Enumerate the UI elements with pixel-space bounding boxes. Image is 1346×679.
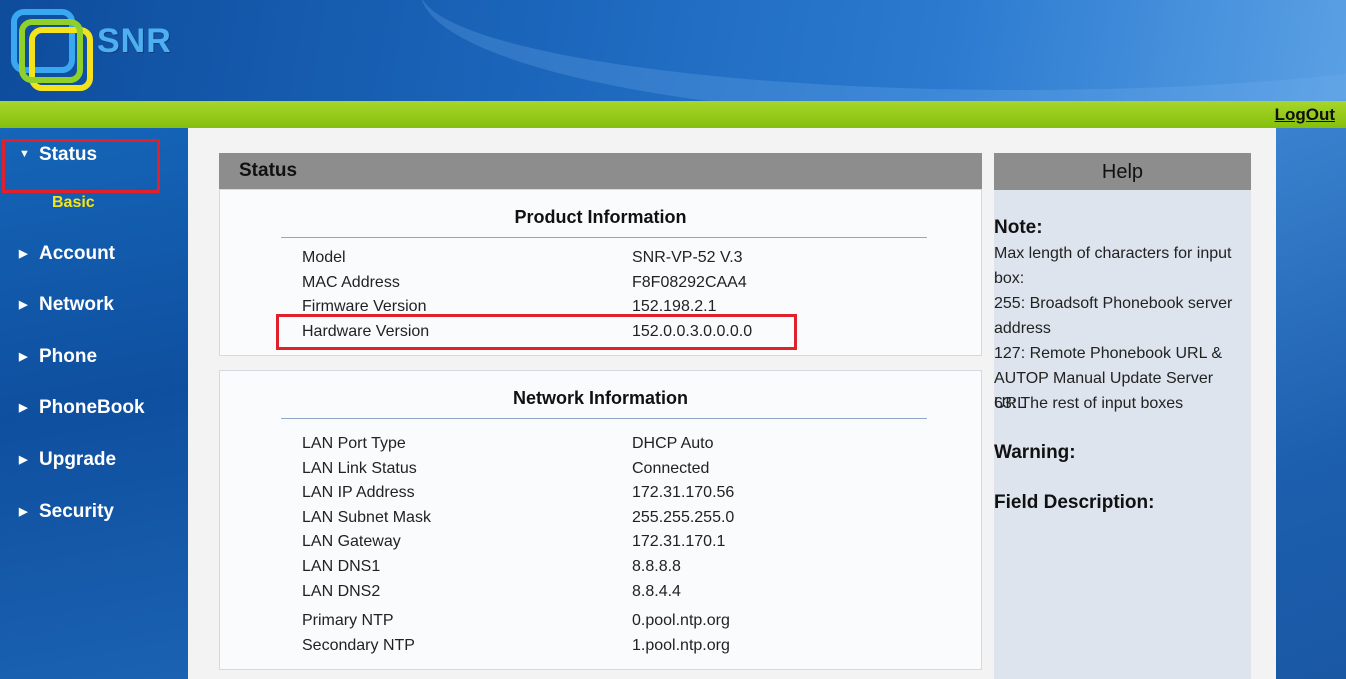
- sidebar-item-label: Network: [39, 294, 114, 315]
- header-banner: SNR: [0, 0, 1346, 101]
- section-title: Product Information: [514, 207, 687, 227]
- sidebar-item-label: PhoneBook: [39, 397, 145, 418]
- top-nav-bar: LogOut: [0, 101, 1346, 128]
- triangle-right-icon: ▶: [19, 248, 28, 260]
- section-divider: [281, 237, 927, 238]
- sidebar-item-label: Security: [39, 501, 114, 522]
- help-note-heading: Note:: [994, 217, 1043, 238]
- help-note-line: box:: [994, 270, 1025, 287]
- status-panel-header: Status: [219, 153, 982, 189]
- info-label: Model: [302, 249, 346, 266]
- info-label: LAN IP Address: [302, 484, 415, 501]
- background-strip: [1276, 128, 1346, 679]
- sidebar: ▼ Status Basic ▶ Account ▶ Network ▶ Pho…: [0, 128, 188, 679]
- info-label: LAN Port Type: [302, 435, 406, 452]
- help-note-line: 255: Broadsoft Phonebook server: [994, 295, 1233, 312]
- info-value: 1.pool.ntp.org: [632, 637, 730, 654]
- network-information-section: Network Information LAN Port Type DHCP A…: [219, 370, 982, 670]
- info-value: 255.255.255.0: [632, 509, 735, 526]
- help-note-line: Max length of characters for input: [994, 245, 1232, 262]
- info-row-lan-subnet: LAN Subnet Mask 255.255.255.0: [302, 509, 902, 531]
- info-value: 8.8.8.8: [632, 558, 681, 575]
- info-row-lan-port-type: LAN Port Type DHCP Auto: [302, 435, 902, 457]
- info-label: LAN DNS1: [302, 558, 381, 575]
- help-field-description-heading: Field Description:: [994, 492, 1155, 513]
- sidebar-item-network[interactable]: ▶ Network: [0, 292, 188, 332]
- help-note-line: address: [994, 320, 1051, 337]
- triangle-right-icon: ▶: [19, 299, 28, 311]
- help-note-line: 127: Remote Phonebook URL &: [994, 345, 1222, 362]
- info-row-lan-dns2: LAN DNS2 8.8.4.4: [302, 583, 902, 605]
- sidebar-item-label: Status: [39, 144, 98, 165]
- sidebar-item-phone[interactable]: ▶ Phone: [0, 344, 188, 384]
- info-label: Primary NTP: [302, 612, 394, 629]
- info-row-primary-ntp: Primary NTP 0.pool.ntp.org: [302, 612, 902, 634]
- section-title: Network Information: [512, 388, 688, 408]
- triangle-right-icon: ▶: [19, 506, 28, 518]
- sidebar-item-status[interactable]: ▼ Status: [0, 139, 188, 193]
- info-row-lan-gateway: LAN Gateway 172.31.170.1: [302, 533, 902, 555]
- info-value: SNR-VP-52 V.3: [632, 249, 743, 266]
- help-note-line: 63: The rest of input boxes: [994, 395, 1184, 412]
- help-title: Help: [1101, 161, 1144, 183]
- help-warning-heading: Warning:: [994, 442, 1076, 463]
- info-value: 0.pool.ntp.org: [632, 612, 730, 629]
- section-divider: [281, 418, 927, 419]
- info-row-secondary-ntp: Secondary NTP 1.pool.ntp.org: [302, 637, 902, 659]
- page-title: Status: [239, 160, 298, 181]
- info-row-model: Model SNR-VP-52 V.3: [302, 249, 902, 271]
- info-row-lan-link-status: LAN Link Status Connected: [302, 460, 902, 482]
- sidebar-item-phonebook[interactable]: ▶ PhoneBook: [0, 395, 188, 435]
- info-value: 172.31.170.1: [632, 533, 726, 550]
- logout-link[interactable]: LogOut: [1275, 105, 1335, 125]
- triangle-right-icon: ▶: [19, 351, 28, 363]
- sidebar-item-upgrade[interactable]: ▶ Upgrade: [0, 447, 188, 487]
- info-row-lan-ip: LAN IP Address 172.31.170.56: [302, 484, 902, 506]
- triangle-right-icon: ▶: [19, 402, 28, 414]
- info-label: LAN DNS2: [302, 583, 381, 600]
- logo-text: SNR: [97, 22, 172, 60]
- sidebar-item-security[interactable]: ▶ Security: [0, 499, 188, 539]
- help-panel: Note: Max length of characters for input…: [994, 190, 1251, 679]
- info-value: 172.31.170.56: [632, 484, 735, 501]
- sidebar-item-label: Phone: [39, 346, 98, 367]
- info-label: LAN Subnet Mask: [302, 509, 431, 526]
- info-row-lan-dns1: LAN DNS1 8.8.8.8: [302, 558, 902, 580]
- info-value: Connected: [632, 460, 710, 477]
- sidebar-item-label: Upgrade: [39, 449, 117, 470]
- sidebar-subitem-basic[interactable]: Basic: [52, 194, 95, 212]
- info-value: F8F08292CAA4: [632, 274, 747, 291]
- info-value: DHCP Auto: [632, 435, 714, 452]
- info-row-mac: MAC Address F8F08292CAA4: [302, 274, 902, 296]
- info-label: Secondary NTP: [302, 637, 415, 654]
- triangle-down-icon: ▼: [19, 148, 30, 160]
- highlight-box: [276, 314, 797, 350]
- info-value: 8.8.4.4: [632, 583, 681, 600]
- triangle-right-icon: ▶: [19, 454, 28, 466]
- sidebar-item-account[interactable]: ▶ Account: [0, 241, 188, 281]
- sidebar-item-label: Account: [39, 243, 115, 264]
- help-panel-header: Help: [994, 153, 1251, 190]
- header-swoosh: [420, 0, 1346, 101]
- info-label: MAC Address: [302, 274, 400, 291]
- info-label: LAN Link Status: [302, 460, 417, 477]
- info-label: LAN Gateway: [302, 533, 401, 550]
